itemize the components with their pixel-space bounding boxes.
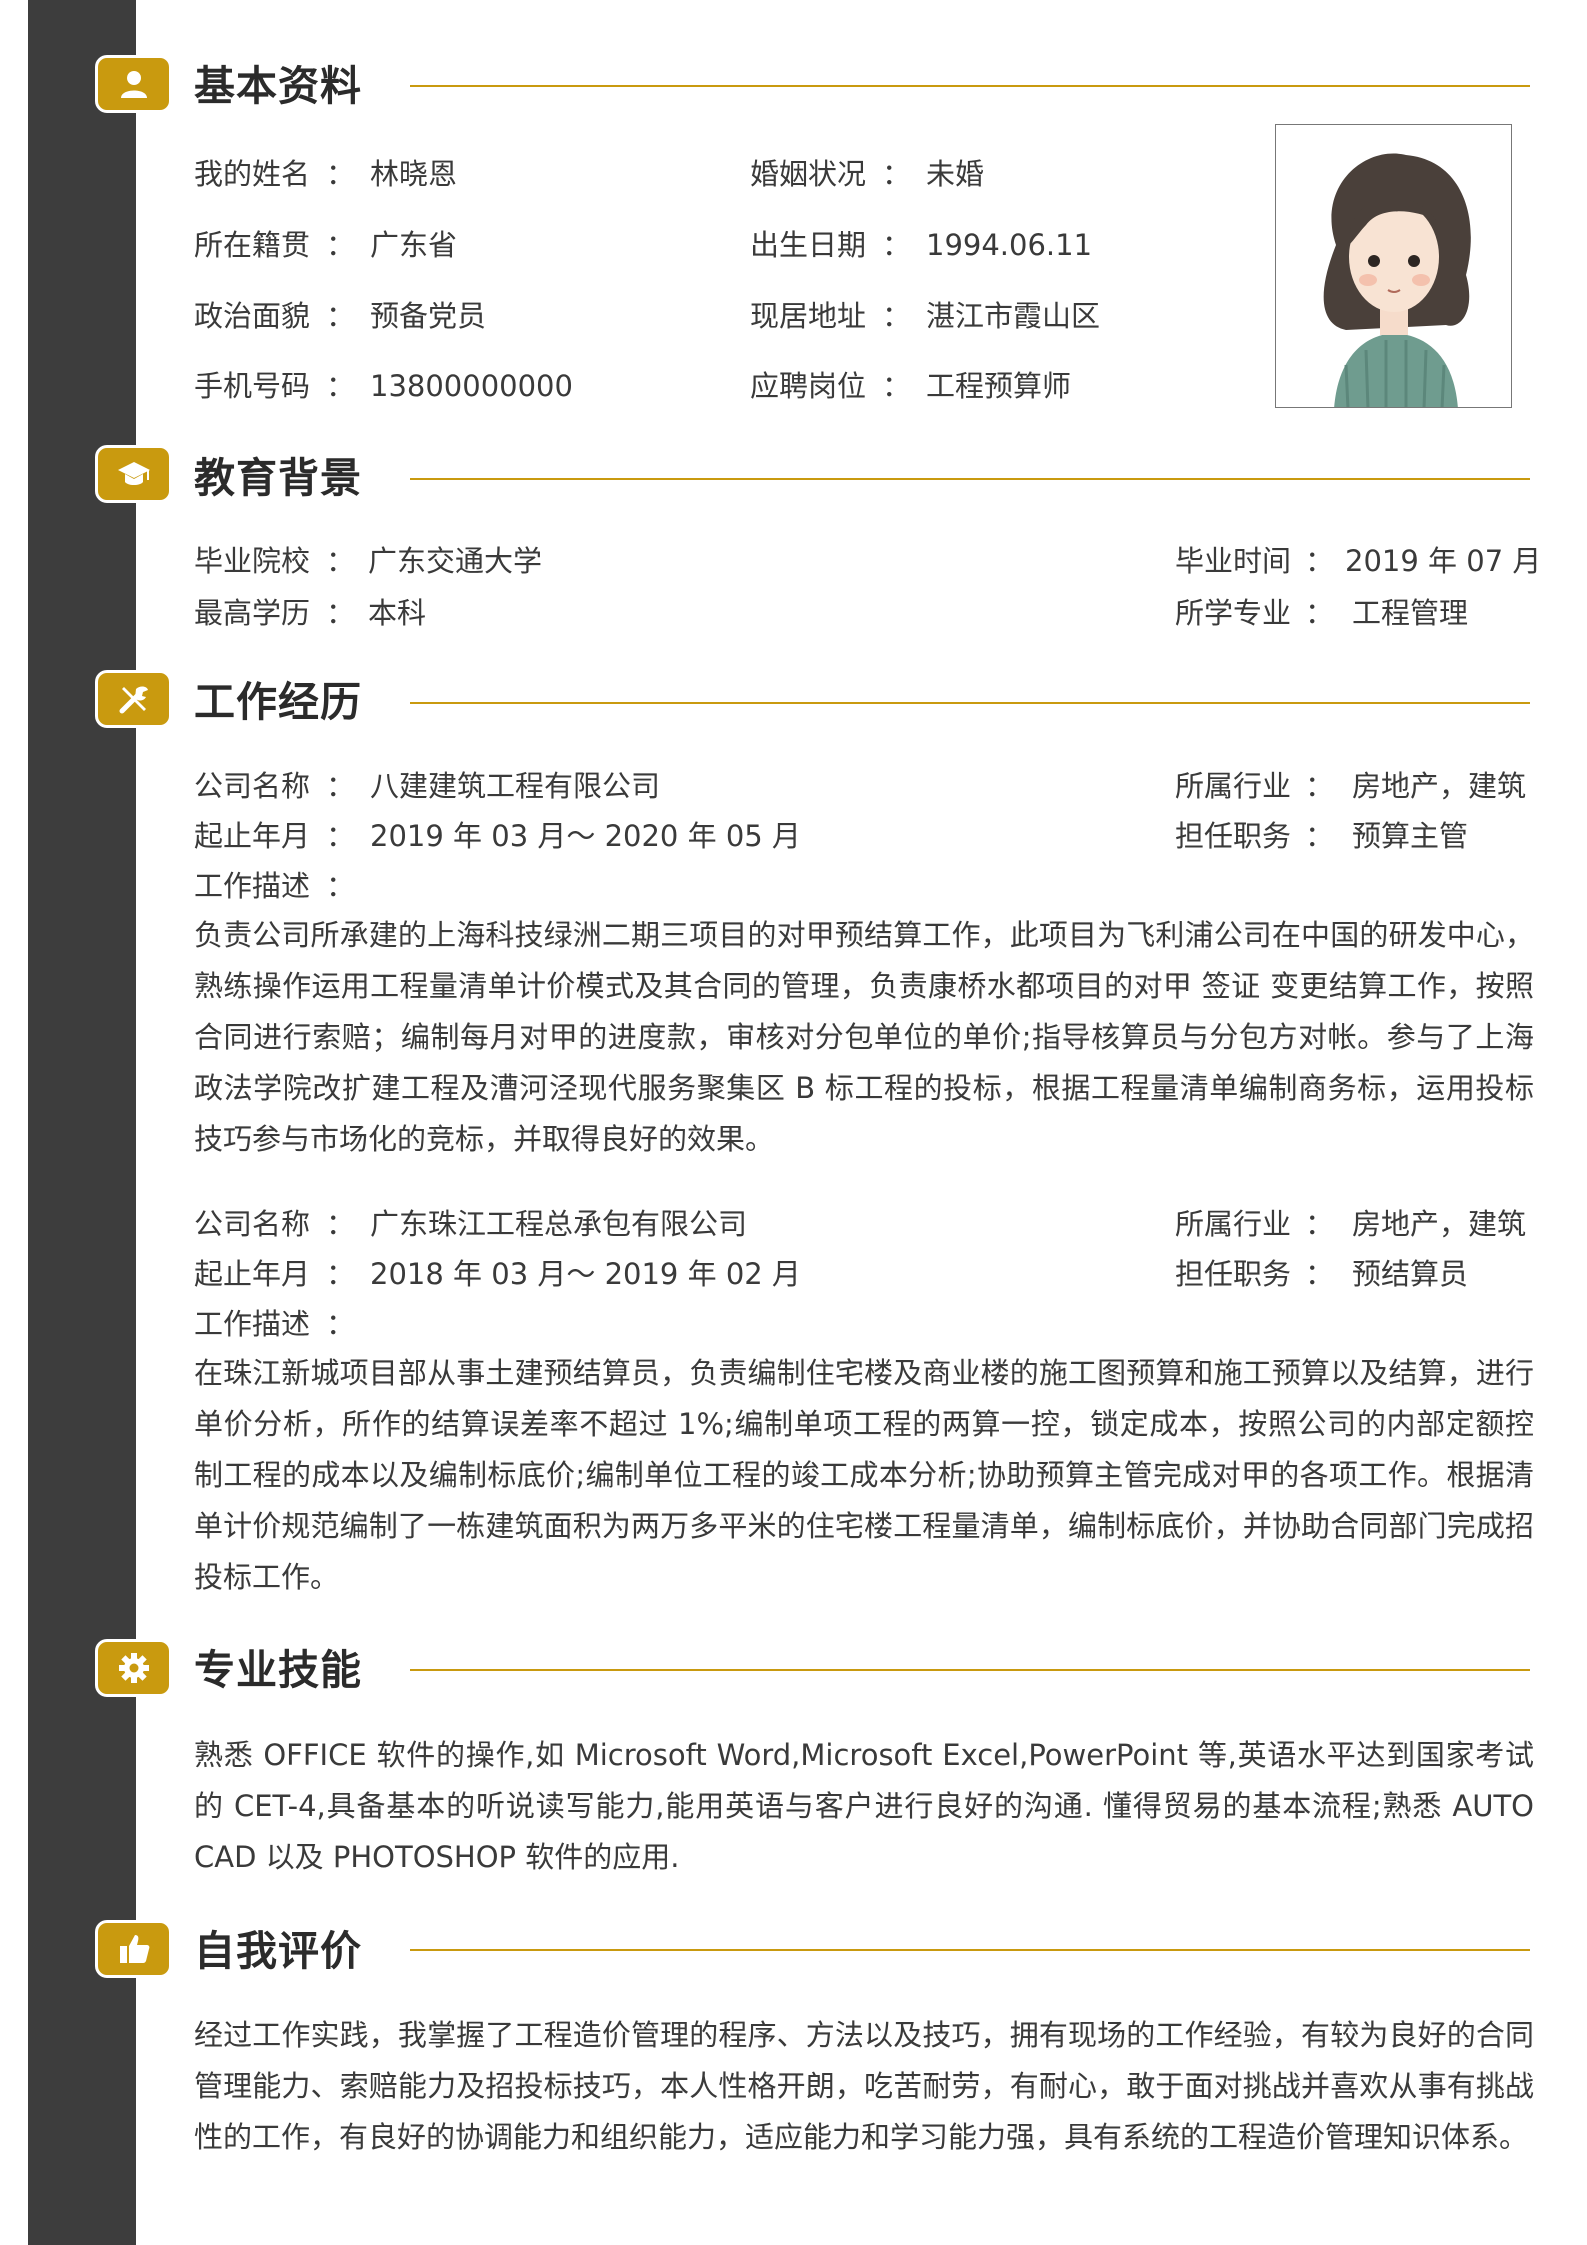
- separator: ：: [326, 544, 356, 578]
- desc-label: 工作描述: [194, 1307, 311, 1341]
- industry-label: 所属行业: [1175, 1207, 1292, 1241]
- separator: ：: [882, 299, 912, 333]
- school-value: 广东交通大学: [368, 544, 543, 578]
- left-sidebar-bar: [28, 0, 136, 2245]
- separator: ：: [882, 157, 912, 191]
- period-value: 2018 年 03 月～ 2019 年 02 月: [370, 1257, 801, 1291]
- section-divider: [410, 702, 1530, 704]
- job-description: 在珠江新城项目部从事土建预结算员，负责编制住宅楼及商业楼的施工图预算和施工预算以…: [194, 1356, 1534, 1594]
- degree-label: 最高学历: [194, 596, 311, 630]
- degree-value: 本科: [368, 596, 427, 630]
- separator: ：: [1305, 596, 1335, 630]
- position-value: 工程预算师: [926, 369, 1072, 403]
- profile-photo: [1275, 124, 1512, 408]
- grad-label: 毕业时间: [1175, 544, 1292, 578]
- separator: ：: [1305, 1257, 1335, 1291]
- separator: ：: [326, 1307, 356, 1341]
- role-label: 担任职务: [1175, 819, 1292, 853]
- period-value: 2019 年 03 月～ 2020 年 05 月: [370, 819, 801, 853]
- gear-icon: [95, 1639, 172, 1697]
- section-divider: [410, 1949, 1530, 1951]
- address-label: 现居地址: [750, 299, 867, 333]
- company-label: 公司名称: [194, 769, 311, 803]
- phone-value: 13800000000: [370, 369, 573, 403]
- section-title-basic: 基本资料: [194, 62, 362, 110]
- role-label: 担任职务: [1175, 1257, 1292, 1291]
- birth-label: 出生日期: [750, 228, 867, 262]
- separator: ：: [882, 369, 912, 403]
- name-value: 林晓恩: [370, 157, 458, 191]
- company-value: 八建建筑工程有限公司: [370, 769, 661, 803]
- role-value: 预结算员: [1352, 1257, 1469, 1291]
- skills-text: 熟悉 OFFICE 软件的操作,如 Microsoft Word,Microso…: [194, 1738, 1534, 1874]
- separator: ：: [326, 157, 356, 191]
- period-label: 起止年月: [194, 819, 311, 853]
- name-label: 我的姓名: [194, 157, 311, 191]
- birth-value: 1994.06.11: [926, 228, 1093, 262]
- graduation-cap-icon: [95, 445, 172, 503]
- separator: ：: [326, 869, 356, 903]
- separator: ：: [326, 1257, 356, 1291]
- separator: ：: [1305, 769, 1335, 803]
- origin-label: 所在籍贯: [194, 228, 311, 262]
- section-divider: [410, 85, 1530, 87]
- separator: ：: [326, 819, 356, 853]
- separator: ：: [326, 228, 356, 262]
- company-value: 广东珠江工程总承包有限公司: [370, 1207, 748, 1241]
- section-title-education: 教育背景: [194, 454, 362, 502]
- industry-value: 房地产，建筑: [1352, 1207, 1527, 1241]
- address-value: 湛江市霞山区: [926, 299, 1101, 333]
- separator: ：: [882, 228, 912, 262]
- major-label: 所学专业: [1175, 596, 1292, 630]
- tools-icon: [95, 670, 172, 728]
- separator: ：: [1305, 819, 1335, 853]
- period-label: 起止年月: [194, 1257, 311, 1291]
- section-title-work: 工作经历: [194, 678, 362, 726]
- section-title-skills: 专业技能: [194, 1646, 362, 1694]
- separator: ：: [1305, 544, 1335, 578]
- politics-label: 政治面貌: [194, 299, 311, 333]
- section-divider: [410, 478, 1530, 480]
- school-label: 毕业院校: [194, 544, 311, 578]
- grad-value: 2019 年 07 月: [1345, 544, 1542, 578]
- separator: ：: [326, 299, 356, 333]
- role-value: 预算主管: [1352, 819, 1469, 853]
- industry-value: 房地产，建筑: [1352, 769, 1527, 803]
- politics-value: 预备党员: [370, 299, 487, 333]
- separator: ：: [1305, 1207, 1335, 1241]
- industry-label: 所属行业: [1175, 769, 1292, 803]
- separator: ：: [326, 769, 356, 803]
- marital-label: 婚姻状况: [750, 157, 867, 191]
- thumbs-up-icon: [95, 1920, 172, 1978]
- position-label: 应聘岗位: [750, 369, 867, 403]
- separator: ：: [326, 1207, 356, 1241]
- user-icon: [95, 55, 172, 113]
- separator: ：: [326, 369, 356, 403]
- section-divider: [410, 1669, 1530, 1671]
- origin-value: 广东省: [370, 228, 458, 262]
- desc-label: 工作描述: [194, 869, 311, 903]
- job-description: 负责公司所承建的上海科技绿洲二期三项目的对甲预结算工作，此项目为飞利浦公司在中国…: [194, 918, 1534, 1156]
- major-value: 工程管理: [1352, 596, 1469, 630]
- company-label: 公司名称: [194, 1207, 311, 1241]
- phone-label: 手机号码: [194, 369, 311, 403]
- self-evaluation-text: 经过工作实践，我掌握了工程造价管理的程序、方法以及技巧，拥有现场的工作经验，有较…: [194, 2018, 1534, 2154]
- section-title-self: 自我评价: [194, 1927, 362, 1975]
- marital-value: 未婚: [926, 157, 985, 191]
- separator: ：: [326, 596, 356, 630]
